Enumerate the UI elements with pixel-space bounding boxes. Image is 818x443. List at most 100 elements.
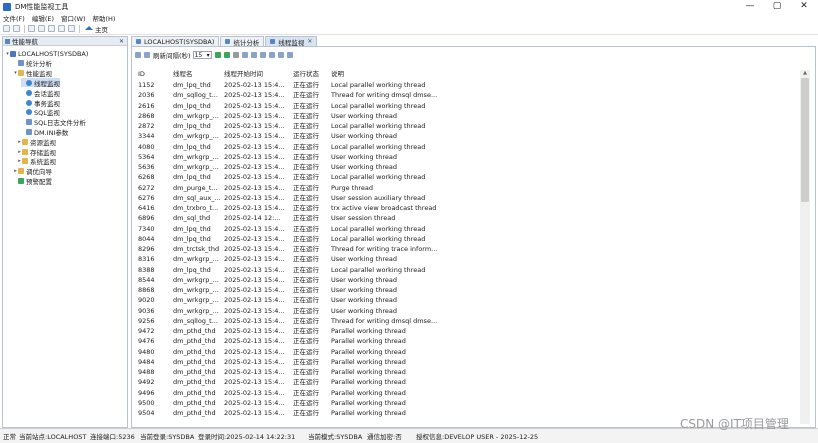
tree-item[interactable]: DM.INI参数: [21, 127, 68, 137]
tab-thread-monitor[interactable]: 线程监视 ✕: [265, 36, 318, 47]
table-row[interactable]: 9488 dm_pthd_thd 2025-02-13 15:4... 正在运行 Par…: [137, 367, 801, 377]
tree-item[interactable]: 会话监视: [21, 88, 60, 98]
table-row[interactable]: 9500 dm_pthd_thd 2025-02-13 15:4... 正在运行 Par…: [137, 398, 801, 408]
cell-start-time: 2025-02-13 15:4...: [224, 265, 285, 274]
table-view-icon[interactable]: [259, 52, 266, 58]
tree-item[interactable]: SQL监视: [21, 108, 60, 117]
cell-description: Local parallel working thread: [331, 142, 426, 151]
new-icon[interactable]: [3, 25, 10, 32]
table-row[interactable]: 9256 dm_sqllog_t... 2025-02-13 15:4... 正在运行…: [137, 316, 801, 326]
column-header-description[interactable]: 说明: [331, 69, 441, 79]
tree-item[interactable]: ▸ 调优向导: [13, 167, 52, 176]
table-row[interactable]: 7340 dm_lpq_thd 2025-02-13 15:4... 正在运行 Loca…: [137, 224, 801, 234]
export-icon[interactable]: [241, 52, 248, 58]
table-row[interactable]: 6416 dm_trxbro_t... 2025-02-13 15:4... 正在运行…: [137, 203, 801, 213]
tab-statistics[interactable]: 统计分析: [220, 36, 265, 47]
table-row[interactable]: 8544 dm_wrkgrp_... 2025-02-13 15:4... 正在运行 U…: [137, 275, 801, 285]
table-row[interactable]: 9476 dm_pthd_thd 2025-02-13 15:4... 正在运行 Par…: [137, 336, 801, 346]
table-row[interactable]: 2872 dm_lpq_thd 2025-02-13 15:4... 正在运行 Loca…: [137, 121, 801, 131]
cut-icon[interactable]: [48, 25, 55, 32]
table-row[interactable]: 6276 dm_sql_aux_... 2025-02-13 15:4... 正在运行…: [137, 193, 801, 203]
copy-icon[interactable]: [277, 52, 284, 58]
settings-icon[interactable]: [268, 52, 275, 58]
tree-item-label: 线程监视: [34, 79, 60, 88]
cell-id: 9488: [138, 368, 155, 376]
tree-item[interactable]: SQL日志文件分析: [21, 118, 86, 127]
table-row[interactable]: 4080 dm_lpq_thd 2025-02-13 15:4... 正在运行 Loca…: [137, 142, 801, 152]
pause-icon[interactable]: [232, 52, 239, 58]
tab-label: 线程监视: [278, 38, 305, 47]
cell-description: Thread for writing dmsql dmse...: [331, 316, 438, 325]
table-row[interactable]: 5364 dm_wrkgrp_... 2025-02-13 15:4... 正在运行 U…: [137, 152, 801, 162]
close-icon[interactable]: ✕: [307, 38, 312, 45]
maximize-button[interactable]: ▢: [764, 1, 790, 12]
column-header-start-time[interactable]: 线程开始时间: [224, 69, 292, 79]
table-row[interactable]: 8388 dm_lpq_thd 2025-02-13 15:4... 正在运行 Loca…: [137, 265, 801, 275]
navigator-close-icon[interactable]: ✕: [119, 38, 124, 45]
tab-localhost[interactable]: LOCALHOST(SYSDBA): [131, 36, 220, 46]
table-row[interactable]: 3344 dm_wrkgrp_... 2025-02-13 15:4... 正在运行 U…: [137, 131, 801, 141]
minimize-button[interactable]: —: [737, 1, 763, 12]
status-license: 授权信息:DEVELOP USER - 2025-12-25: [416, 433, 539, 441]
table-row[interactable]: 6896 dm_sql_thd 2025-02-14 12:... 正在运行 User …: [137, 213, 801, 223]
table-row[interactable]: 9492 dm_pthd_thd 2025-02-13 15:4... 正在运行 Par…: [137, 377, 801, 387]
tree-item[interactable]: ▾ LOCALHOST(SYSDBA): [5, 49, 88, 58]
table-row[interactable]: 6272 dm_purge_t... 2025-02-13 15:4... 正在运行 P…: [137, 183, 801, 193]
table-row[interactable]: 5636 dm_wrkgrp_... 2025-02-13 15:4... 正在运行 U…: [137, 162, 801, 172]
table-row[interactable]: 9484 dm_pthd_thd 2025-02-13 15:4... 正在运行 Par…: [137, 357, 801, 367]
cell-id: 6268: [138, 173, 155, 182]
table-row[interactable]: 6268 dm_lpq_thd 2025-02-13 15:4... 正在运行 Loca…: [137, 172, 801, 182]
open-icon[interactable]: [13, 25, 20, 32]
tree-item[interactable]: 预警配置: [13, 176, 52, 186]
table-row[interactable]: 9036 dm_wrkgrp_... 2025-02-13 15:4... 正在运行 U…: [137, 306, 801, 316]
tree-item[interactable]: ▾ 性能监视: [13, 69, 52, 78]
menu-edit[interactable]: 编辑(E): [32, 13, 54, 23]
table-row[interactable]: 2868 dm_wrkgrp_... 2025-02-13 15:4... 正在运行 U…: [137, 111, 801, 121]
menu-window[interactable]: 窗口(W): [61, 13, 86, 23]
menu-file[interactable]: 文件(F): [3, 13, 25, 23]
table-row[interactable]: 9480 dm_pthd_thd 2025-02-13 15:4... 正在运行 Par…: [137, 347, 801, 357]
table-row[interactable]: 2036 dm_sqllog_t... 2025-02-13 15:4... 正在运行…: [137, 90, 801, 100]
cell-state: 正在运行: [293, 357, 319, 366]
table-row[interactable]: 8868 dm_wrkgrp_... 2025-02-13 15:4... 正在运行 U…: [137, 285, 801, 295]
column-header-thread-name[interactable]: 线程名: [173, 69, 223, 79]
table-row[interactable]: 9496 dm_pthd_thd 2025-02-13 15:4... 正在运行 Par…: [137, 388, 801, 398]
chart-view-icon[interactable]: [250, 52, 257, 58]
start-icon[interactable]: [223, 52, 230, 58]
tree-item[interactable]: ▸ 存储监视: [17, 147, 56, 157]
checkbox-icon[interactable]: [144, 52, 150, 58]
close-window-button[interactable]: ✕: [791, 1, 817, 12]
cell-id: 7340: [138, 224, 155, 233]
copy-icon[interactable]: [58, 25, 65, 32]
tree-item[interactable]: ▸ 系统监视: [17, 157, 56, 166]
refresh-icon[interactable]: [214, 52, 221, 58]
cell-state: 正在运行: [293, 152, 319, 161]
table-row[interactable]: 8316 dm_wrkgrp_... 2025-02-13 15:4... 正在运行 U…: [137, 254, 801, 264]
scrollbar-thumb[interactable]: [801, 78, 809, 202]
filter-icon[interactable]: [135, 52, 141, 58]
column-header-state[interactable]: 运行状态: [293, 69, 329, 79]
tree-item[interactable]: 事务监视: [21, 98, 60, 108]
paste-icon[interactable]: [68, 25, 75, 32]
cell-id: 8544: [138, 275, 155, 284]
save-all-icon[interactable]: [38, 25, 45, 32]
cell-thread-name: dm_wrkgrp_...: [173, 132, 219, 141]
vertical-scrollbar[interactable]: ▲: [800, 70, 810, 424]
table-row[interactable]: 8296 dm_trctsk_thd 2025-02-13 15:4... 正在运行 T…: [137, 244, 801, 254]
home-button[interactable]: 主页: [85, 24, 108, 34]
tree-item[interactable]: ▸ 资源监视: [17, 137, 56, 147]
column-header-id[interactable]: ID: [138, 69, 172, 79]
table-row[interactable]: 2616 dm_lpq_thd 2025-02-13 15:4... 正在运行 Loca…: [137, 101, 801, 111]
refresh-interval-select[interactable]: 15 ▾: [192, 51, 212, 59]
table-row[interactable]: 8044 dm_lpq_thd 2025-02-13 15:4... 正在运行 Loca…: [137, 234, 801, 244]
tree-item[interactable]: 统计分析: [13, 59, 52, 68]
scroll-up-icon[interactable]: ▲: [800, 70, 810, 77]
menu-help[interactable]: 帮助(H): [93, 13, 116, 23]
save-icon[interactable]: [28, 25, 35, 32]
table-row[interactable]: 9472 dm_pthd_thd 2025-02-13 15:4... 正在运行 Par…: [137, 326, 801, 336]
tree-item[interactable]: 线程监视: [21, 78, 60, 88]
search-icon[interactable]: [286, 52, 293, 58]
cell-id: 3344: [138, 132, 155, 141]
table-row[interactable]: 1152 dm_lpq_thd 2025-02-13 15:4... 正在运行 Loca…: [137, 80, 801, 90]
table-row[interactable]: 9020 dm_wrkgrp_... 2025-02-13 15:4... 正在运行 U…: [137, 295, 801, 305]
